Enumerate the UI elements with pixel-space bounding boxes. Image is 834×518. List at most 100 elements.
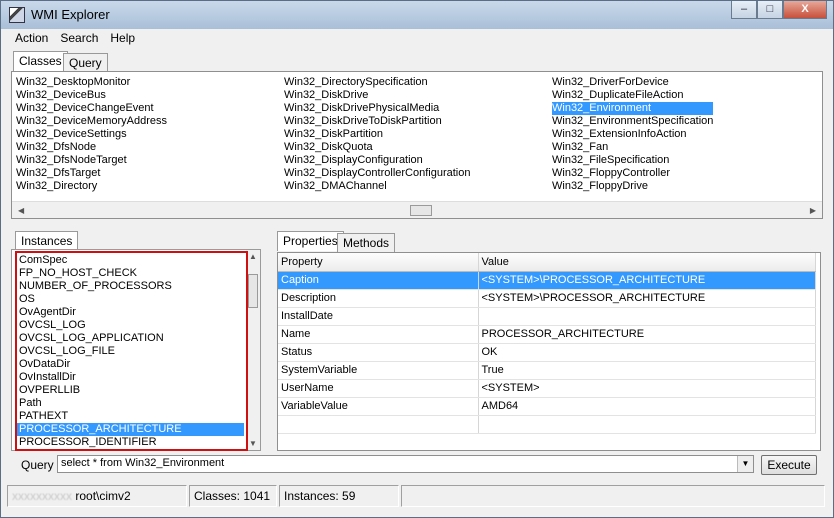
property-value: AMD64 (478, 397, 816, 416)
horizontal-scrollbar[interactable]: ◀ ▶ (12, 201, 822, 218)
class-item[interactable]: Win32_DesktopMonitor (16, 76, 167, 89)
table-row[interactable]: Caption <SYSTEM>\PROCESSOR_ARCHITECTURE (278, 271, 816, 290)
title-bar[interactable]: WMI Explorer – □ X (1, 1, 833, 29)
status-machine-namespace: xxxxxxxxxx root\cimv2 (7, 485, 187, 507)
table-row[interactable]: SystemVariable True (278, 361, 816, 380)
class-item[interactable]: Win32_DiskDriveToDiskPartition (284, 115, 470, 128)
maximize-button[interactable]: □ (757, 1, 783, 19)
table-row[interactable]: Status OK (278, 343, 816, 362)
execute-button[interactable]: Execute (761, 455, 817, 475)
tab-properties[interactable]: Properties (277, 231, 344, 251)
classes-list[interactable]: Win32_DesktopMonitor Win32_DeviceBus Win32… (11, 71, 823, 219)
instance-item[interactable]: PATHEXT (16, 410, 244, 423)
tab-query[interactable]: Query (63, 53, 108, 73)
class-item[interactable]: Win32_DMAChannel (284, 180, 470, 193)
class-item[interactable]: Win32_FloppyController (552, 167, 713, 180)
column-header-property[interactable]: Property (278, 253, 479, 272)
table-row[interactable]: VariableValue AMD64 (278, 397, 816, 416)
table-row[interactable]: InstallDate (278, 307, 816, 326)
query-input[interactable]: select * from Win32_Environment ▼ (57, 455, 754, 473)
class-item[interactable]: Win32_DfsNode (16, 141, 167, 154)
property-name: InstallDate (278, 307, 479, 326)
instance-item[interactable]: OvDataDir (16, 358, 244, 371)
class-item[interactable]: Win32_DeviceMemoryAddress (16, 115, 167, 128)
scroll-right-icon[interactable]: ▶ (810, 206, 816, 215)
class-item[interactable]: Win32_DiskPartition (284, 128, 470, 141)
instance-item[interactable]: OvInstallDir (16, 371, 244, 384)
instance-item[interactable]: OS (16, 293, 244, 306)
status-instances-count: Instances: 59 (279, 485, 399, 507)
class-item[interactable]: Win32_DriverForDevice (552, 76, 713, 89)
instance-item[interactable]: PROCESSOR_IDENTIFIER (16, 436, 244, 449)
property-name: VariableValue (278, 397, 479, 416)
scroll-left-icon[interactable]: ◀ (18, 206, 24, 215)
property-value: <SYSTEM>\PROCESSOR_ARCHITECTURE (478, 289, 816, 308)
class-item[interactable]: Win32_DeviceSettings (16, 128, 167, 141)
class-item[interactable]: Win32_FloppyDrive (552, 180, 713, 193)
vertical-scrollbar[interactable]: ▲ ▼ (246, 250, 260, 450)
tab-classes[interactable]: Classes (13, 51, 68, 71)
class-item[interactable]: Win32_DfsNodeTarget (16, 154, 167, 167)
class-item[interactable]: Win32_FileSpecification (552, 154, 713, 167)
class-item[interactable]: Win32_DiskQuota (284, 141, 470, 154)
class-item[interactable]: Win32_Directory (16, 180, 167, 193)
property-name: SystemVariable (278, 361, 479, 380)
class-item[interactable]: Win32_DiskDrive (284, 89, 470, 102)
property-value: <SYSTEM>\PROCESSOR_ARCHITECTURE (478, 271, 816, 290)
instance-item[interactable]: OVCSL_LOG_FILE (16, 345, 244, 358)
instance-item[interactable]: OVCSL_LOG (16, 319, 244, 332)
class-item[interactable]: Win32_DeviceBus (16, 89, 167, 102)
scroll-thumb[interactable] (248, 274, 258, 308)
minimize-button[interactable]: – (731, 1, 757, 19)
close-button[interactable]: X (783, 1, 827, 19)
menu-help[interactable]: Help (104, 29, 141, 49)
instance-item[interactable]: PROCESSOR_ARCHITECTURE (16, 423, 244, 436)
property-value: OK (478, 343, 816, 362)
query-text: select * from Win32_Environment (61, 457, 225, 469)
class-item[interactable]: Win32_DirectorySpecification (284, 76, 470, 89)
property-name: Name (278, 325, 479, 344)
class-item[interactable]: Win32_DuplicateFileAction (552, 89, 713, 102)
property-value: <SYSTEM> (478, 379, 816, 398)
instances-list[interactable]: ComSpec FP_NO_HOST_CHECK NUMBER_OF_PROCESS… (11, 249, 261, 451)
tab-methods[interactable]: Methods (337, 233, 396, 253)
class-item[interactable]: Win32_DisplayConfiguration (284, 154, 470, 167)
menu-bar: Action Search Help (9, 29, 141, 49)
menu-action[interactable]: Action (9, 29, 54, 49)
property-value (478, 307, 816, 326)
instance-item[interactable]: OvAgentDir (16, 306, 244, 319)
instance-item[interactable]: Path (16, 397, 244, 410)
chevron-down-icon[interactable]: ▼ (737, 456, 753, 472)
class-item[interactable]: Win32_DiskDrivePhysicalMedia (284, 102, 470, 115)
instance-item[interactable]: OVCSL_LOG_APPLICATION (16, 332, 244, 345)
instance-item[interactable]: FP_NO_HOST_CHECK (16, 267, 244, 280)
scroll-thumb[interactable] (410, 205, 432, 216)
status-classes-count: Classes: 1041 (189, 485, 277, 507)
class-item[interactable]: Win32_DeviceChangeEvent (16, 102, 167, 115)
namespace: root\cimv2 (75, 489, 131, 503)
property-value: True (478, 361, 816, 380)
query-label: Query (21, 458, 54, 472)
instance-item[interactable]: NUMBER_OF_PROCESSORS (16, 280, 244, 293)
instance-item[interactable]: OVPERLLIB (16, 384, 244, 397)
class-item[interactable]: Win32_Environment (552, 102, 714, 115)
property-name: Caption (278, 271, 479, 290)
scroll-down-icon[interactable]: ▼ (249, 439, 257, 448)
table-row[interactable]: Description <SYSTEM>\PROCESSOR_ARCHITECTU… (278, 289, 816, 308)
class-item[interactable]: Win32_DfsTarget (16, 167, 167, 180)
column-header-value[interactable]: Value (478, 253, 816, 272)
instance-item[interactable]: ComSpec (16, 254, 244, 267)
tab-instances[interactable]: Instances (15, 231, 79, 251)
machine-name: xxxxxxxxxx (12, 489, 72, 503)
class-item[interactable]: Win32_Fan (552, 141, 713, 154)
class-item[interactable]: Win32_DisplayControllerConfiguration (284, 167, 470, 180)
properties-grid[interactable]: Property Value Caption <SYSTEM>\PROCESSOR… (277, 252, 821, 451)
class-item[interactable]: Win32_ExtensionInfoAction (552, 128, 713, 141)
table-row[interactable]: Name PROCESSOR_ARCHITECTURE (278, 325, 816, 344)
class-item[interactable]: Win32_EnvironmentSpecification (552, 115, 713, 128)
menu-search[interactable]: Search (54, 29, 104, 49)
table-row-empty (278, 415, 816, 434)
table-row[interactable]: UserName <SYSTEM> (278, 379, 816, 398)
scroll-up-icon[interactable]: ▲ (249, 252, 257, 261)
property-name: UserName (278, 379, 479, 398)
